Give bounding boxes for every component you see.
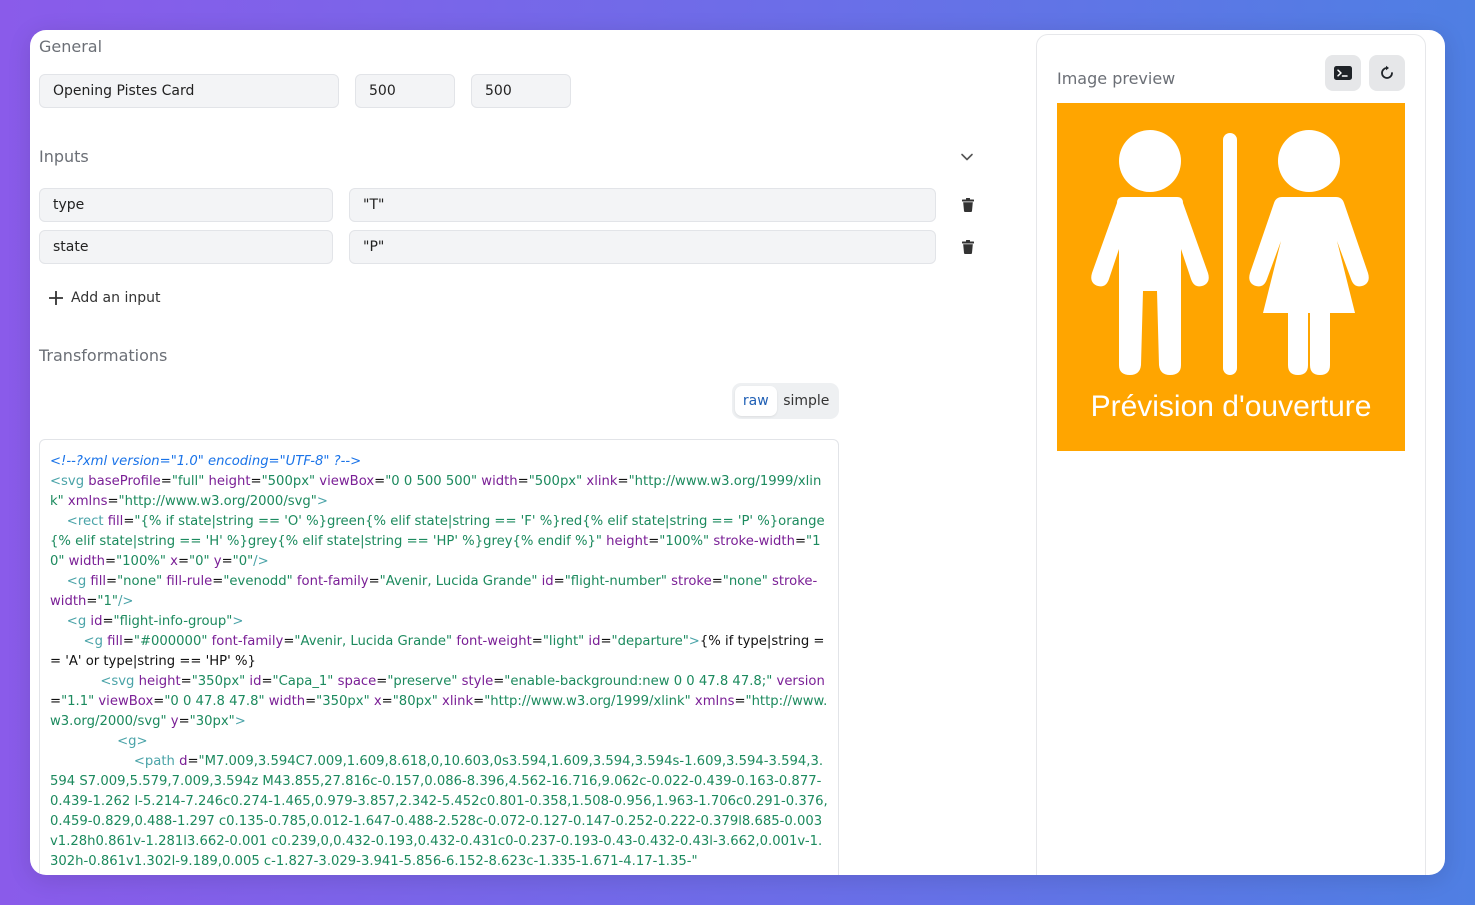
height-field[interactable]: 500 [471,74,571,108]
input-value-field[interactable]: "T" [349,188,936,222]
refresh-button[interactable] [1369,55,1405,91]
plus-icon [49,291,63,305]
inputs-section-title: Inputs [39,147,89,166]
add-input-label: Add an input [71,290,161,306]
preview-image: Prévision d'ouverture [1057,103,1405,451]
mode-simple-button[interactable]: simple [777,386,836,416]
chevron-down-icon[interactable] [956,146,978,168]
trash-icon[interactable] [957,236,979,258]
terminal-button[interactable] [1325,55,1361,91]
input-name-field[interactable]: state [39,230,333,264]
code-content: <!--?xml version="1.0" encoding="UTF-8" … [50,454,828,869]
preview-title: Image preview [1057,69,1176,88]
terminal-icon [1334,66,1352,80]
input-value-field[interactable]: "P" [349,230,936,264]
image-preview-panel: Image preview Prévision d'ouverture [1036,34,1426,875]
trash-icon[interactable] [957,194,979,216]
general-section-title: General [39,37,103,56]
width-field[interactable]: 500 [355,74,455,108]
refresh-icon [1379,65,1395,81]
input-name-field[interactable]: type [39,188,333,222]
card-name-field[interactable]: Opening Pistes Card [39,74,339,108]
mode-raw-button[interactable]: raw [735,386,777,416]
divider-bar [1223,133,1237,375]
transformations-section-title: Transformations [39,346,168,365]
preview-caption: Prévision d'ouverture [1091,390,1372,423]
mode-toggle: raw simple [732,383,839,419]
add-input-button[interactable]: Add an input [49,290,160,306]
main-card: General Opening Pistes Card 500 500 Inpu… [30,30,1445,875]
code-editor[interactable]: <!--?xml version="1.0" encoding="UTF-8" … [39,439,839,875]
